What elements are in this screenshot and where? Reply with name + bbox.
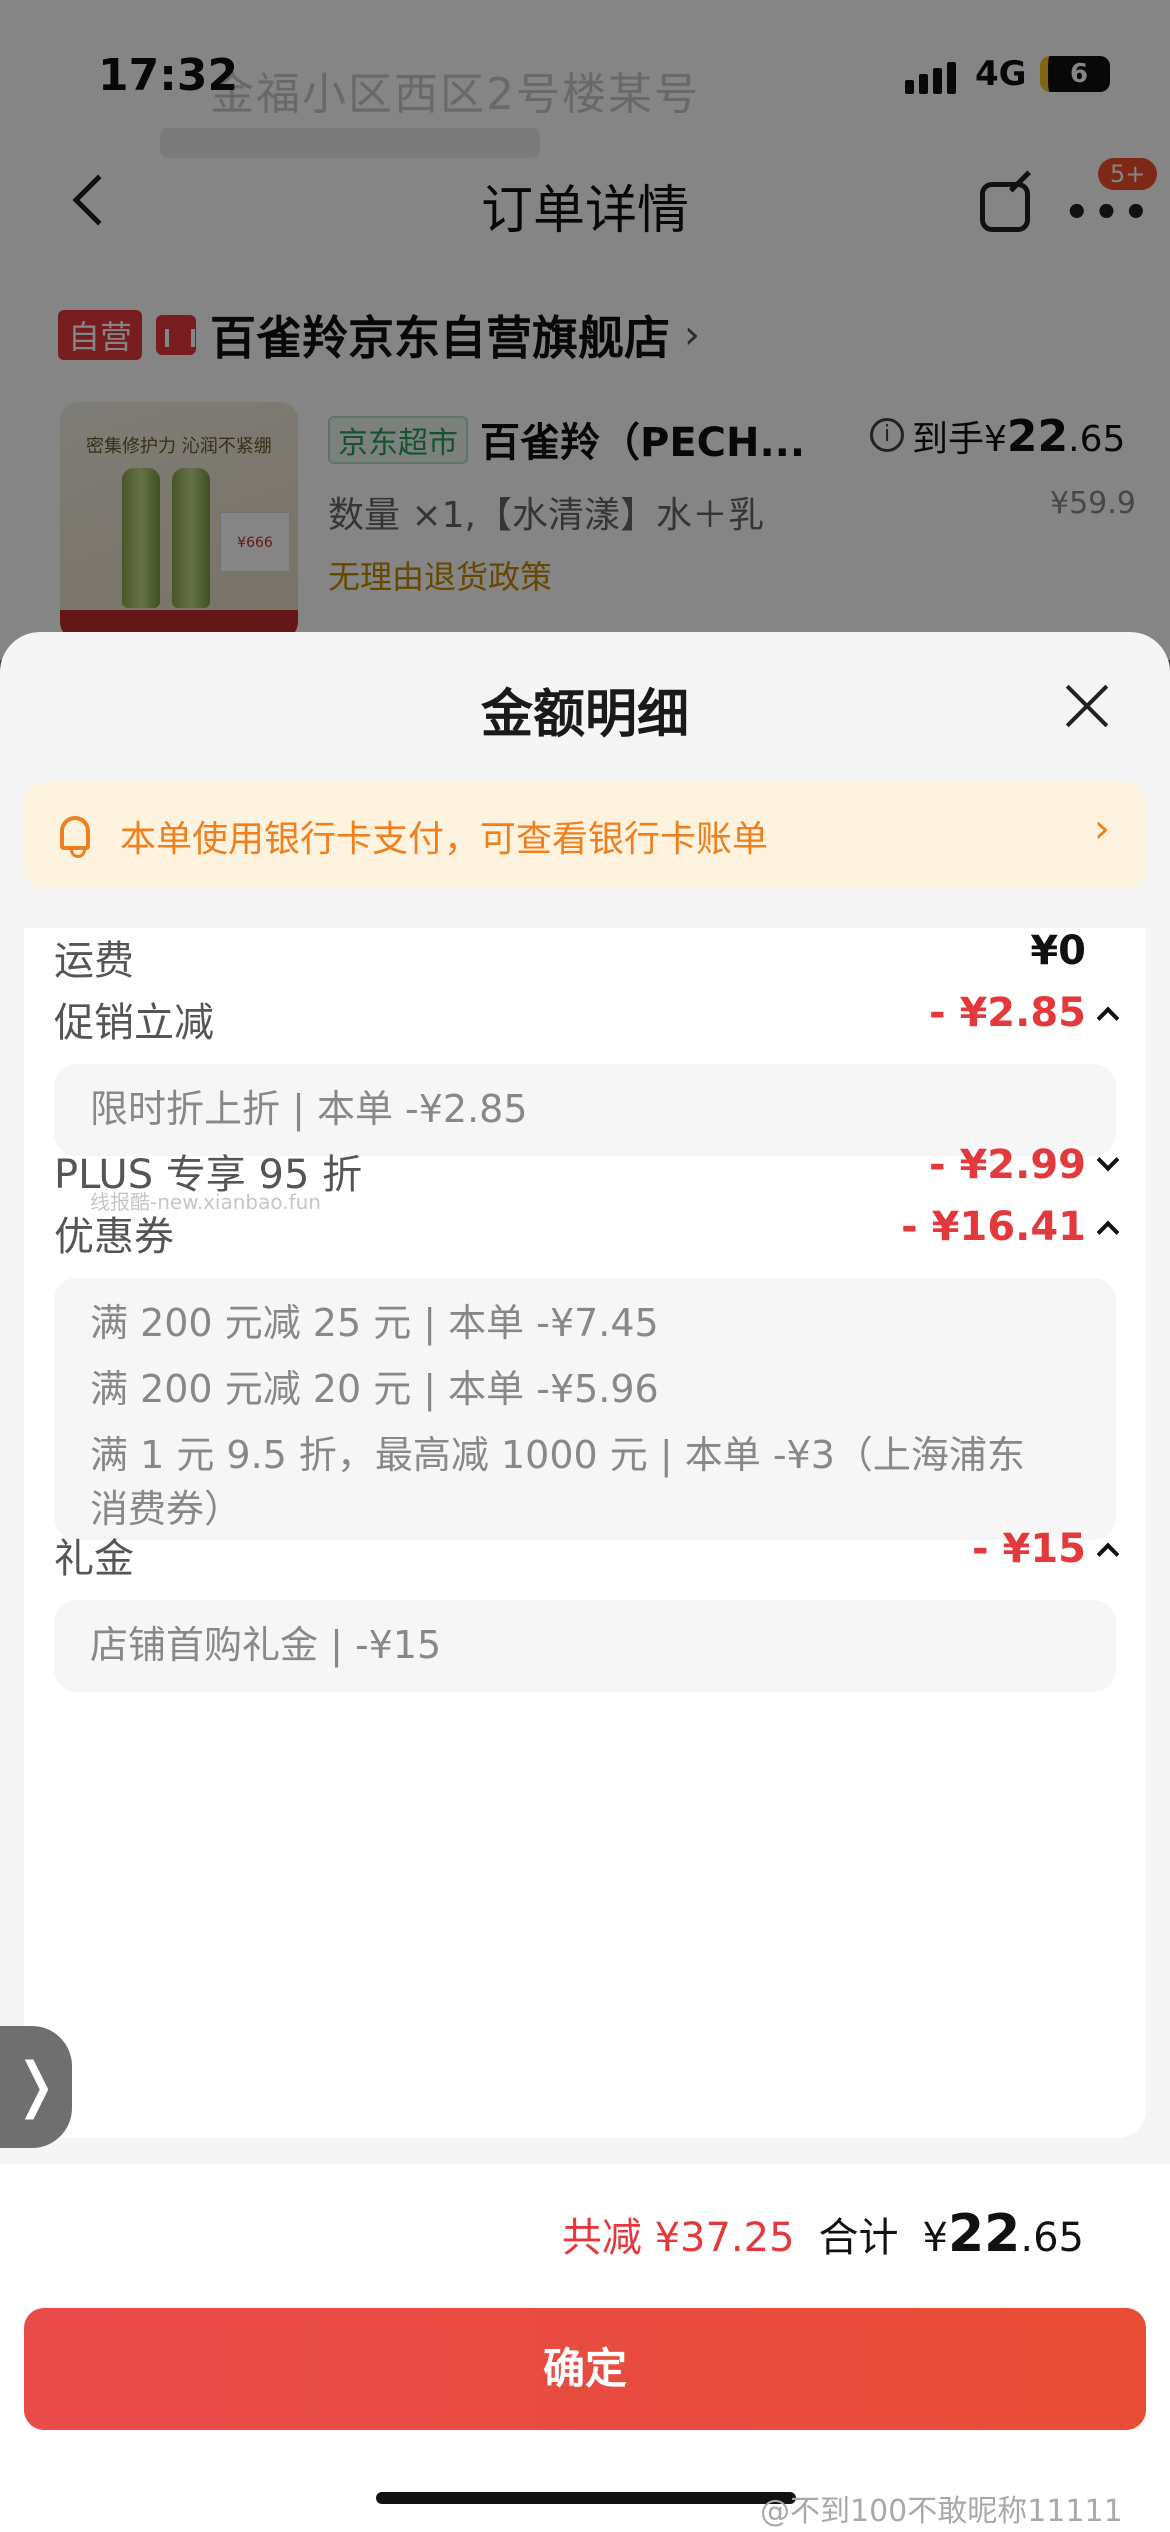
total-saved: 共减 ¥37.25 — [561, 2215, 795, 2261]
watermark-text: 线报酷-new.xianbao.fun — [90, 1190, 321, 1214]
promo-value: - ¥2.85 — [929, 990, 1120, 1036]
chevron-down-icon — [1096, 1148, 1120, 1172]
chevron-up-icon — [1096, 1220, 1120, 1244]
shipping-label: 运费 — [54, 938, 134, 984]
plus-value: - ¥2.99 — [929, 1142, 1120, 1188]
coupon-detail-3: 满 1 元 9.5 折，最高减 1000 元 | 本单 -¥3（上海浦东 — [90, 1433, 1025, 1477]
gift-value: - ¥15 — [972, 1526, 1120, 1572]
gift-row[interactable]: 礼金 - ¥15 — [54, 1526, 1120, 1586]
coupon-detail-box: 满 200 元减 25 元 | 本单 -¥7.45 满 200 元减 20 元 … — [54, 1278, 1116, 1540]
close-icon[interactable] — [1065, 684, 1109, 728]
total-summary: 共减 ¥37.25 合计 ¥22.65 — [562, 2204, 1084, 2264]
promo-row[interactable]: 促销立减 - ¥2.85 — [54, 990, 1120, 1050]
sheet-title: 金额明细 — [480, 685, 689, 745]
chevron-up-icon — [1096, 1006, 1120, 1030]
coupon-value: - ¥16.41 — [901, 1204, 1120, 1250]
bank-card-notice[interactable]: 本单使用银行卡支付，可查看银行卡账单 › — [24, 782, 1146, 888]
total-label: 合计 — [818, 2215, 899, 2261]
coupon-detail-2: 满 200 元减 20 元 | 本单 -¥5.96 — [90, 1367, 659, 1411]
side-expand-tab[interactable]: ❭ — [0, 2026, 72, 2148]
gift-detail: 店铺首购礼金 | -¥15 — [90, 1623, 442, 1667]
home-indicator[interactable] — [376, 2492, 796, 2504]
total-amount: ¥22.65 — [922, 2204, 1084, 2264]
promo-detail: 限时折上折 | 本单 -¥2.85 — [90, 1087, 528, 1131]
weibo-watermark: @不到100不敢昵称11111 — [760, 2494, 1123, 2529]
confirm-button[interactable]: 确定 — [24, 2308, 1146, 2430]
gift-detail-box: 店铺首购礼金 | -¥15 — [54, 1600, 1116, 1692]
chevron-up-icon — [1096, 1542, 1120, 1566]
notice-text: 本单使用银行卡支付，可查看银行卡账单 — [120, 819, 769, 860]
notice-chevron-icon: › — [1094, 806, 1110, 852]
bell-icon — [60, 816, 90, 858]
shipping-value: ¥0 — [1030, 928, 1086, 974]
amount-detail-list: 运费 ¥0 促销立减 - ¥2.85 限时折上折 | 本单 -¥2.85 PLU… — [24, 928, 1146, 2138]
coupon-detail-1: 满 200 元减 25 元 | 本单 -¥7.45 — [90, 1301, 659, 1345]
promo-label: 促销立减 — [54, 1000, 214, 1046]
shipping-row: 运费 ¥0 — [54, 928, 1116, 988]
gift-label: 礼金 — [54, 1536, 134, 1582]
sheet-footer: 共减 ¥37.25 合计 ¥22.65 确定 @不到100不敢昵称11111 — [0, 2164, 1170, 2532]
